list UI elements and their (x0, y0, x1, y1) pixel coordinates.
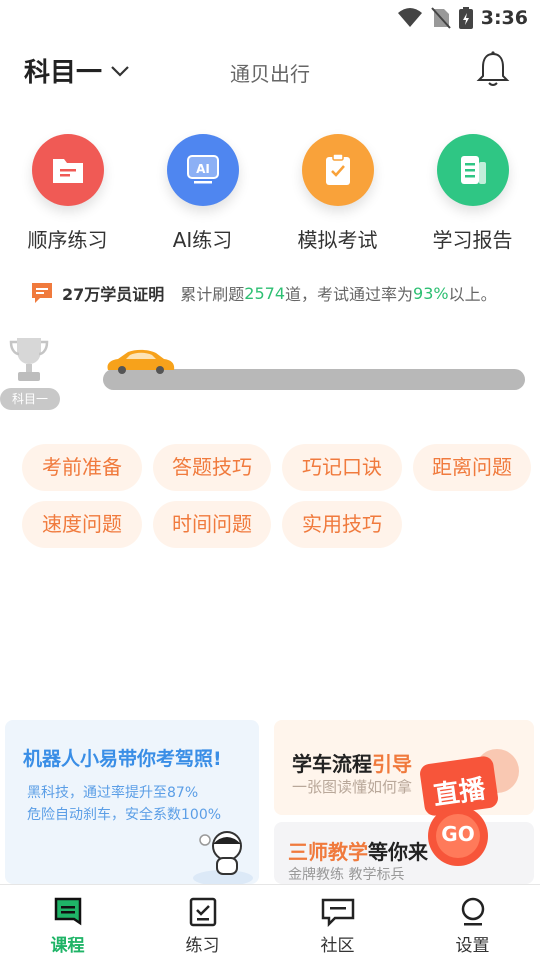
learning-flow-subtitle: 一张图读懂如何拿 (292, 778, 413, 796)
ai-icon: AI (186, 155, 219, 184)
ai-practice-button[interactable]: AI (166, 134, 239, 206)
grid-item-sequential-practice[interactable]: 顺序练习 (0, 134, 135, 264)
battery-icon (458, 7, 473, 29)
course-icon (54, 897, 81, 926)
bell-icon[interactable] (476, 50, 510, 88)
nav-item-course[interactable]: 课程 (0, 885, 135, 960)
page-title: 通贝出行 (230, 62, 310, 86)
pass-rate: 93% (413, 283, 449, 303)
tag-exam-prep[interactable]: 考前准备 (22, 444, 142, 491)
robot-card-line-1: 黑科技，通过率提升至87% (27, 785, 199, 801)
subject-tag: 科目一 (0, 388, 60, 410)
tag-practical-tips[interactable]: 实用技巧 (282, 501, 402, 548)
three-teachers-title: 三师教学等你来 (288, 840, 428, 864)
tag-distance[interactable]: 距离问题 (413, 444, 531, 491)
sequential-practice-button[interactable] (31, 134, 104, 206)
live-badge-go: GO (441, 822, 475, 846)
student-proof: 27万学员证明 累计刷题 2574 道，考试通过率为 93% 以上。 (30, 278, 497, 308)
report-icon (460, 156, 486, 184)
live-stream-badge[interactable]: 直播 GO (416, 752, 502, 872)
learning-flow-title: 学车流程引导 (292, 752, 412, 776)
proof-headline: 27万学员证明 (62, 285, 165, 304)
clock-time: 3:36 (480, 7, 528, 29)
robot-card-line-2: 危险自动刹车，安全系数100% (27, 807, 222, 823)
grid-item-ai-practice[interactable]: AI AI练习 (135, 134, 270, 264)
robot-icon (193, 831, 253, 884)
car-icon (107, 349, 175, 374)
nav-item-settings[interactable]: 设置 (405, 885, 540, 960)
bottom-navigation: 课程 练习 社区 设置 (0, 884, 540, 960)
progress-area: 科目一 (0, 330, 540, 420)
nav-item-community[interactable]: 社区 (270, 885, 405, 960)
study-report-button[interactable] (436, 134, 509, 206)
grid-item-study-report[interactable]: 学习报告 (405, 134, 540, 264)
three-teachers-subtitle: 金牌教练 教学标兵 (288, 867, 405, 883)
practice-icon (189, 897, 216, 927)
message-icon (32, 283, 52, 303)
grid-label: 顺序练习 (27, 228, 108, 252)
mock-exam-button[interactable] (301, 134, 374, 206)
settings-icon (461, 897, 484, 926)
proof-text-3: 以上。 (448, 285, 497, 304)
no-sim-icon (430, 7, 451, 29)
community-icon (321, 898, 354, 927)
grid-label: 学习报告 (432, 228, 513, 252)
proof-text-1: 累计刷题 (180, 285, 245, 304)
trophy-icon (9, 338, 49, 381)
question-count: 2574 (244, 283, 286, 303)
tag-answer-tips[interactable]: 答题技巧 (153, 444, 271, 491)
grid-label: AI练习 (172, 228, 233, 252)
robot-card-title: 机器人小易带你考驾照! (23, 748, 222, 770)
robot-promo-card[interactable]: 机器人小易带你考驾照! 黑科技，通过率提升至87% 危险自动刹车，安全系数100… (5, 720, 259, 884)
wifi-icon (397, 8, 422, 27)
folder-icon (52, 159, 83, 183)
tag-mnemonics[interactable]: 巧记口诀 (282, 444, 402, 491)
function-grid: 顺序练习 AI AI练习 模拟考试 学习报告 (0, 134, 540, 264)
grid-label: 模拟考试 (297, 228, 378, 252)
status-bar: 3:36 (0, 0, 540, 36)
app-header: 科目一 通贝出行 (0, 44, 540, 96)
proof-text-2: 道，考试通过率为 (285, 285, 414, 304)
tag-time[interactable]: 时间问题 (153, 501, 271, 548)
svg-text:AI: AI (196, 162, 210, 176)
clipboard-check-icon (325, 153, 350, 185)
grid-item-mock-exam[interactable]: 模拟考试 (270, 134, 405, 264)
nav-item-practice[interactable]: 练习 (135, 885, 270, 960)
tag-speed[interactable]: 速度问题 (22, 501, 142, 548)
